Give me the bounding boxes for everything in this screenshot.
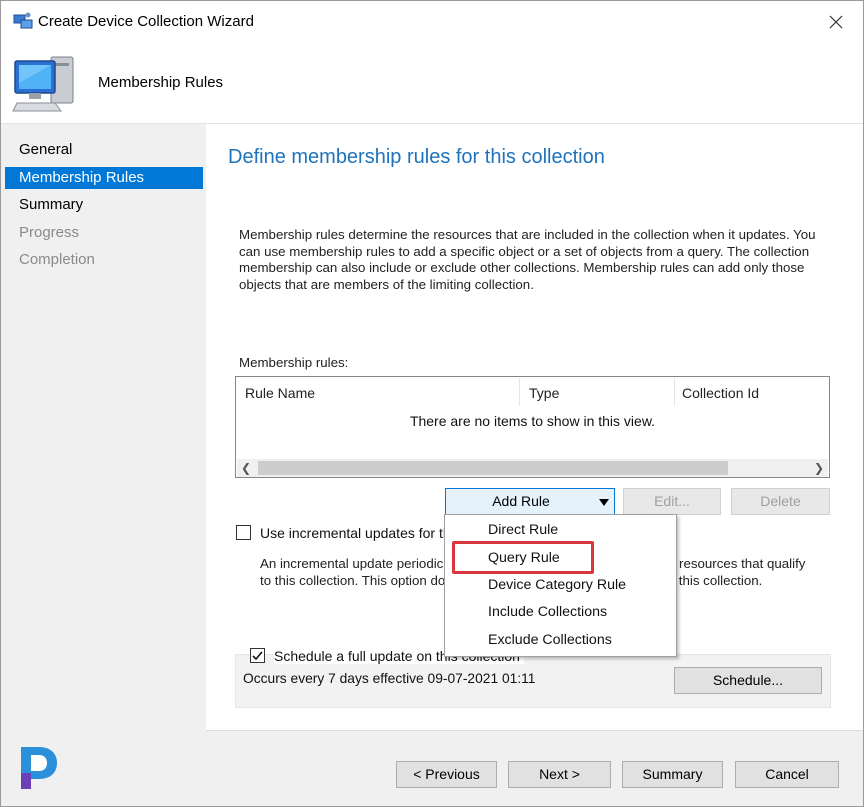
scroll-right-icon[interactable]: ❯	[810, 459, 828, 477]
horizontal-scrollbar[interactable]: ❮ ❯	[237, 459, 828, 477]
previous-button[interactable]: < Previous	[396, 761, 497, 788]
scrollbar-thumb[interactable]	[258, 461, 728, 475]
wizard-nav: General Membership Rules Summary Progres…	[1, 124, 206, 806]
summary-button[interactable]: Summary	[622, 761, 723, 788]
nav-item-membership-rules[interactable]: Membership Rules	[5, 167, 203, 189]
header-title: Membership Rules	[98, 74, 224, 91]
computer-icon	[12, 56, 74, 112]
nav-item-summary[interactable]: Summary	[5, 194, 203, 216]
empty-list-message: There are no items to show in this view.	[409, 413, 656, 429]
close-button[interactable]	[819, 7, 853, 37]
add-rule-label: Add Rule	[492, 493, 550, 509]
menu-item-device-category-rule[interactable]: Device Category Rule	[488, 577, 626, 593]
membership-rules-list[interactable]: Rule Name Type Collection Id There are n…	[235, 376, 830, 478]
checkmark-icon	[252, 651, 263, 661]
menu-item-direct-rule[interactable]: Direct Rule	[488, 522, 558, 538]
prajwal-logo-icon	[21, 747, 57, 789]
schedule-button[interactable]: Schedule...	[674, 667, 822, 694]
add-rule-dropdown-menu: Direct Rule Query Rule Device Category R…	[444, 514, 677, 657]
query-rule-highlight-box	[452, 541, 594, 574]
chevron-down-icon	[599, 499, 609, 506]
schedule-occurs-text: Occurs every 7 days effective 09-07-2021…	[243, 671, 536, 686]
close-icon	[829, 15, 843, 29]
window-title: Create Device Collection Wizard	[38, 13, 254, 30]
wizard-header: Membership Rules	[1, 43, 863, 123]
incremental-updates-label: Use incremental updates for this	[260, 525, 461, 541]
nav-item-general[interactable]: General	[5, 139, 203, 161]
membership-rules-label: Membership rules:	[239, 355, 349, 370]
wizard-window: Create Device Collection Wizard Membersh…	[0, 0, 864, 807]
next-button[interactable]: Next >	[508, 761, 611, 788]
incremental-updates-checkbox[interactable]	[236, 525, 251, 540]
scroll-left-icon[interactable]: ❮	[237, 459, 255, 477]
column-header-collection-id[interactable]: Collection Id	[673, 377, 829, 407]
edit-button[interactable]: Edit...	[623, 488, 721, 515]
menu-item-exclude-collections[interactable]: Exclude Collections	[488, 632, 612, 648]
column-header-rule-name[interactable]: Rule Name	[236, 377, 519, 407]
schedule-full-update-checkbox[interactable]	[250, 648, 265, 663]
nav-item-completion: Completion	[19, 251, 95, 268]
add-rule-button[interactable]: Add Rule	[445, 488, 615, 515]
membership-description: Membership rules determine the resources…	[239, 227, 816, 292]
page-title: Define membership rules for this collect…	[228, 146, 605, 168]
menu-item-include-collections[interactable]: Include Collections	[488, 604, 607, 620]
column-header-type[interactable]: Type	[520, 377, 675, 407]
nav-item-progress: Progress	[19, 224, 80, 241]
cancel-button[interactable]: Cancel	[735, 761, 839, 788]
wizard-icon	[13, 12, 33, 29]
delete-button[interactable]: Delete	[731, 488, 830, 515]
title-bar: Create Device Collection Wizard	[1, 1, 863, 43]
